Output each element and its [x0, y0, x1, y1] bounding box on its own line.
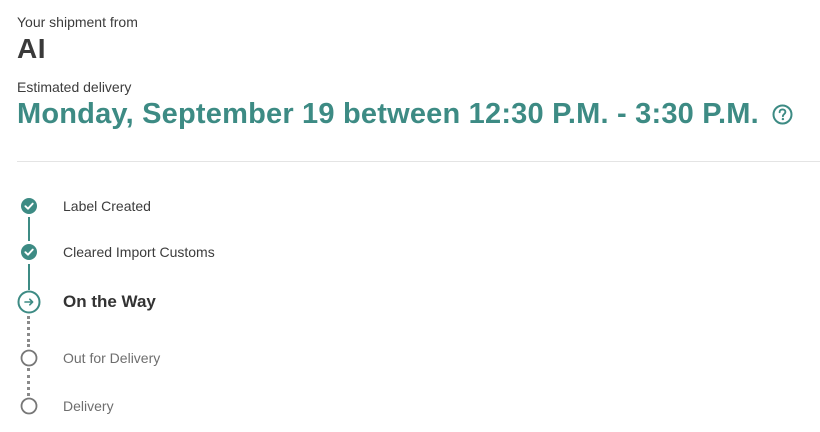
tracking-timeline: Label Created Cleared Import Customs On …	[17, 0, 820, 432]
timeline-connector	[28, 217, 30, 241]
timeline-connector-pending	[27, 316, 30, 347]
timeline-step-label-created: Label Created	[17, 194, 151, 218]
arrow-right-circle-icon	[17, 290, 41, 314]
timeline-step-delivery: Delivery	[17, 394, 114, 418]
check-circle-icon	[17, 240, 41, 264]
timeline-step-on-the-way: On the Way	[17, 290, 156, 314]
empty-circle-icon	[17, 346, 41, 370]
timeline-step-label: Cleared Import Customs	[63, 244, 215, 260]
timeline-step-label: Label Created	[63, 198, 151, 214]
timeline-connector-pending	[27, 368, 30, 396]
shipment-tracker: Your shipment from AI Estimated delivery…	[17, 0, 820, 432]
timeline-step-cleared-import-customs: Cleared Import Customs	[17, 240, 215, 264]
timeline-step-out-for-delivery: Out for Delivery	[17, 346, 160, 370]
timeline-step-label: Out for Delivery	[63, 350, 161, 366]
timeline-step-label: On the Way	[63, 292, 156, 311]
timeline-step-label: Delivery	[63, 398, 114, 414]
check-circle-icon	[17, 194, 41, 218]
timeline-connector	[28, 264, 30, 290]
empty-circle-icon	[17, 394, 41, 418]
